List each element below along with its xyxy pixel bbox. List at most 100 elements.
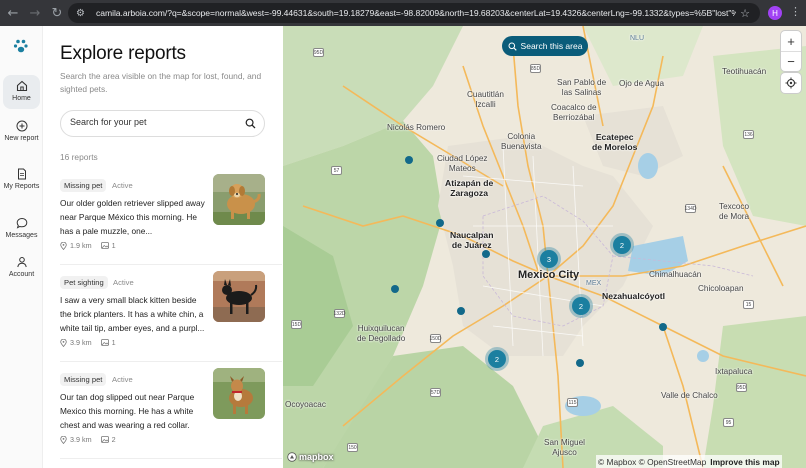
bookmark-star-icon[interactable]: ☆	[740, 7, 750, 20]
mapbox-icon	[287, 452, 297, 462]
status-label: Active	[113, 278, 134, 287]
map-label: Texcoco de Mora	[719, 202, 750, 221]
location-pin-icon	[60, 241, 67, 250]
zoom-control: + −	[781, 31, 801, 71]
browser-menu-icon[interactable]: ⋮	[790, 5, 801, 18]
sidebar-item-home[interactable]: Home	[3, 75, 40, 109]
map-label: Teotihuacán	[722, 67, 767, 76]
document-icon	[17, 168, 26, 180]
highway-shield: 85D	[530, 64, 541, 73]
highway-shield: 15D	[291, 320, 302, 329]
map-label: San Pablo de las Salinas	[557, 78, 607, 97]
divider	[60, 458, 282, 459]
map-view[interactable]: NLU Cuautitlán Izcalli San Pablo de las …	[283, 26, 806, 468]
report-cluster-marker[interactable]: 2	[572, 297, 590, 315]
report-description: Our tan dog slipped out near Parque Mexi…	[60, 392, 195, 430]
mapbox-logo[interactable]: mapbox	[287, 452, 334, 462]
highway-shield: 15	[743, 300, 754, 309]
map-label: Coacalco de Berriozábal	[551, 103, 597, 122]
report-pin-marker[interactable]	[659, 323, 667, 331]
report-pin-marker[interactable]	[436, 219, 444, 227]
person-icon	[16, 257, 27, 268]
report-card[interactable]: Pet sighting Active I saw a very small b…	[60, 271, 266, 366]
map-label: Ciudad López Mateos	[437, 154, 488, 173]
url-text: camila.arboia.com/?q=&scope=normal&west=…	[96, 8, 736, 18]
nav-rail: Home New report My Reports Messages Acco…	[0, 26, 43, 468]
sidebar-item-account[interactable]: Account	[3, 251, 40, 285]
status-label: Active	[112, 375, 133, 384]
search-icon[interactable]	[245, 118, 256, 129]
explore-panel: Explore reports Search the area visible …	[43, 26, 283, 468]
map-label: Nezahualcóyotl	[602, 291, 666, 301]
highway-shield: 132D	[333, 309, 346, 318]
report-card[interactable]: Missing pet Active Our tan dog slipped o…	[60, 368, 266, 463]
golden-retriever-photo[interactable]	[213, 174, 265, 225]
search-input[interactable]	[70, 117, 240, 127]
back-arrow-icon[interactable]: ←	[4, 4, 22, 22]
map-label: Chicoloapan	[698, 284, 744, 293]
highway-shield: 57D	[430, 388, 441, 397]
report-card[interactable]: Missing pet Active Our older golden retr…	[60, 174, 266, 269]
browser-toolbar: ← → ↻ ⚙ camila.arboia.com/?q=&scope=norm…	[0, 0, 806, 26]
report-description: Our older golden retriever slipped away …	[60, 198, 205, 236]
search-this-area-button[interactable]: Search this area	[502, 36, 588, 56]
search-icon	[508, 42, 517, 51]
sidebar-item-label: Messages	[5, 232, 38, 239]
map-label: Ojo de Agua	[619, 79, 665, 88]
report-cluster-marker[interactable]: 2	[613, 236, 631, 254]
map-label: Huixquilucan de Degollado	[357, 324, 406, 343]
map-basemap	[283, 26, 806, 468]
map-label: Colonia Buenavista	[501, 132, 542, 151]
improve-map-link[interactable]: Improve this map	[710, 457, 779, 467]
attribution-text[interactable]: © Mapbox © OpenStreetMap	[598, 457, 706, 467]
map-label: Atizapán de Zaragoza	[445, 178, 494, 198]
sidebar-item-label: Account	[8, 271, 35, 278]
locate-me-button[interactable]	[781, 73, 801, 93]
highway-shield: 57	[331, 166, 342, 175]
report-pin-marker[interactable]	[576, 359, 584, 367]
location-pin-icon	[60, 338, 67, 347]
sidebar-item-new-report[interactable]: New report	[3, 115, 40, 155]
tan-dog-photo[interactable]	[213, 368, 265, 419]
map-attribution: © Mapbox © OpenStreetMap Improve this ma…	[596, 455, 782, 468]
report-distance: 1.9 km	[70, 241, 92, 250]
report-type-badge: Missing pet	[60, 179, 107, 192]
forward-arrow-icon[interactable]: →	[26, 4, 44, 22]
sidebar-item-my-reports[interactable]: My Reports	[3, 163, 40, 203]
paw-logo-icon[interactable]	[13, 38, 29, 54]
site-settings-icon[interactable]: ⚙	[76, 8, 90, 19]
zoom-out-button[interactable]: −	[781, 51, 801, 71]
highway-shield: 150D	[429, 334, 442, 343]
report-pin-marker[interactable]	[405, 156, 413, 164]
map-label: Ocoyoacac	[285, 400, 326, 409]
zoom-in-button[interactable]: +	[781, 31, 801, 51]
highway-shield: 150	[347, 443, 358, 452]
map-label: Nicolás Romero	[387, 123, 446, 132]
report-type-badge: Pet sighting	[60, 276, 108, 289]
divider	[60, 264, 282, 265]
highway-shield: 134D	[684, 204, 697, 213]
highway-shield: 115	[567, 398, 578, 407]
sidebar-item-messages[interactable]: Messages	[3, 212, 40, 246]
report-distance: 3.9 km	[70, 435, 92, 444]
chat-icon	[16, 217, 27, 229]
report-distance: 3.9 km	[70, 338, 92, 347]
map-label: Naucalpan de Juárez	[450, 230, 494, 250]
photo-count: 2	[111, 435, 116, 444]
highway-shield: 136	[743, 130, 754, 139]
reload-icon[interactable]: ↻	[48, 4, 66, 22]
pet-search-box[interactable]	[60, 110, 265, 137]
report-cluster-marker[interactable]: 3	[540, 250, 558, 268]
profile-avatar[interactable]: H	[768, 6, 782, 20]
photo-count: 1	[111, 241, 116, 250]
photo-icon	[100, 436, 109, 443]
black-animal-photo[interactable]	[213, 271, 265, 322]
address-bar[interactable]: ⚙ camila.arboia.com/?q=&scope=normal&wes…	[68, 3, 760, 23]
report-pin-marker[interactable]	[391, 285, 399, 293]
home-icon	[16, 80, 27, 92]
report-meta: 3.9 km 2	[60, 435, 116, 444]
map-label: Chimalhuacán	[649, 270, 702, 279]
report-cluster-marker[interactable]: 2	[488, 350, 506, 368]
report-pin-marker[interactable]	[482, 250, 490, 258]
report-pin-marker[interactable]	[457, 307, 465, 315]
